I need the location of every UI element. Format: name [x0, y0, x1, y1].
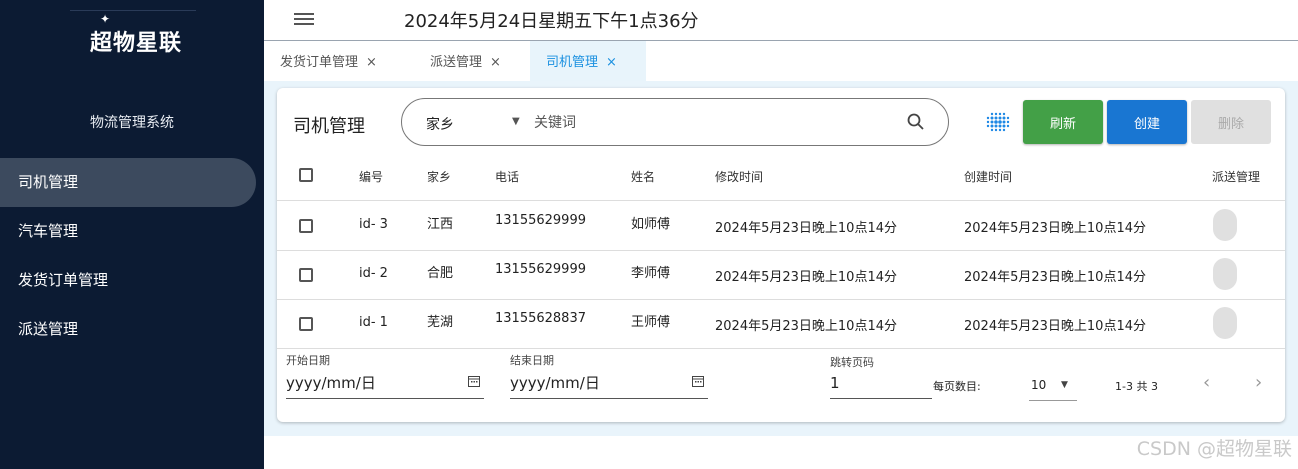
sidebar-item-shipping-orders[interactable]: 发货订单管理 [0, 256, 256, 305]
cell-phone: 13155629999 [495, 262, 586, 277]
table-row[interactable]: id- 1 芜湖 13155628837 王师傅 2024年5月23日晚上10点… [277, 299, 1285, 349]
search-field-select[interactable]: 家乡 [426, 114, 454, 134]
row-checkbox[interactable] [299, 317, 313, 331]
sidebar-item-delivery[interactable]: 派送管理 [0, 305, 256, 354]
cell-name: 王师傅 [631, 315, 671, 330]
cell-name: 李师傅 [631, 266, 671, 281]
per-page-label: 每页数目: [933, 380, 981, 393]
column-header-delivery[interactable]: 派送管理 [1212, 168, 1260, 185]
close-icon[interactable]: × [606, 55, 617, 70]
row-checkbox[interactable] [299, 219, 313, 233]
column-header-phone[interactable]: 电话 [495, 168, 519, 185]
close-icon[interactable]: × [366, 55, 377, 70]
cell-name: 如师傅 [631, 217, 671, 232]
hamburger-menu-icon[interactable] [294, 10, 314, 26]
close-icon[interactable]: × [490, 55, 501, 70]
tab-label: 司机管理 [546, 55, 599, 70]
search-input[interactable] [532, 112, 896, 134]
per-page-select[interactable]: 10 ▼ [1029, 370, 1077, 401]
cell-hometown: 芜湖 [427, 315, 454, 330]
column-header-id[interactable]: 编号 [359, 168, 383, 185]
cell-modified: 2024年5月23日晚上10点14分 [715, 221, 897, 236]
sidebar-nav: 司机管理 汽车管理 发货订单管理 派送管理 [0, 158, 264, 354]
end-date-label: 结束日期 [510, 354, 554, 367]
calendar-icon[interactable] [692, 375, 704, 387]
create-button[interactable]: 创建 [1107, 100, 1187, 144]
delivery-toggle[interactable] [1213, 209, 1237, 241]
start-date-value[interactable]: yyyy/mm/日 [286, 372, 376, 393]
table-header: 编号 家乡 电话 姓名 修改时间 创建时间 派送管理 [277, 152, 1285, 201]
cell-modified: 2024年5月23日晚上10点14分 [715, 270, 897, 285]
sidebar-item-vehicles[interactable]: 汽车管理 [0, 207, 256, 256]
column-header-name[interactable]: 姓名 [631, 168, 655, 185]
column-header-modified[interactable]: 修改时间 [715, 168, 763, 185]
sidebar-item-drivers[interactable]: 司机管理 [0, 158, 256, 207]
chevron-right-icon[interactable]: › [1255, 372, 1262, 393]
cell-hometown: 江西 [427, 217, 454, 232]
search-icon[interactable] [906, 112, 926, 132]
brand-logo: 超物星联 [89, 31, 182, 56]
tab-drivers[interactable]: 司机管理 × [530, 41, 646, 81]
per-page-value: 10 [1031, 378, 1047, 392]
end-date-value[interactable]: yyyy/mm/日 [510, 372, 600, 393]
start-date-field[interactable]: 开始日期 yyyy/mm/日 [286, 350, 484, 399]
watermark: CSDN @超物星联 [1136, 438, 1292, 460]
delivery-toggle[interactable] [1213, 307, 1237, 339]
driver-management-card: 司机管理 家乡 ▼ 刷新 创建 删除 编号 家乡 电话 姓名 修改时间 创建时间… [277, 88, 1285, 422]
table-row[interactable]: id- 2 合肥 13155629999 李师傅 2024年5月23日晚上10点… [277, 250, 1285, 300]
cell-phone: 13155629999 [495, 213, 586, 228]
tab-bar: 发货订单管理 × 派送管理 × 司机管理 × [264, 41, 1298, 81]
top-header: 2024年5月24日星期五下午1点36分 [264, 0, 1298, 41]
cell-id: id- 1 [359, 315, 388, 330]
sparkle-icon: ✦ [100, 12, 111, 26]
tab-label: 发货订单管理 [280, 55, 359, 70]
search-bar: 家乡 ▼ [401, 98, 949, 146]
jump-page-input[interactable]: 1 [830, 374, 840, 392]
cell-id: id- 2 [359, 266, 388, 281]
dot-grid-icon[interactable] [983, 108, 1013, 138]
calendar-icon[interactable] [468, 375, 480, 387]
tab-label: 派送管理 [430, 55, 483, 70]
system-title: 物流管理系统 [90, 115, 174, 131]
sidebar: ✦ 超物星联 物流管理系统 司机管理 汽车管理 发货订单管理 派送管理 [0, 0, 264, 469]
refresh-button[interactable]: 刷新 [1023, 100, 1103, 144]
column-header-created[interactable]: 创建时间 [964, 168, 1012, 185]
cell-created: 2024年5月23日晚上10点14分 [964, 270, 1146, 285]
cell-modified: 2024年5月23日晚上10点14分 [715, 319, 897, 334]
delivery-toggle[interactable] [1213, 258, 1237, 290]
chevron-left-icon[interactable]: ‹ [1203, 372, 1210, 393]
cell-phone: 13155628837 [495, 311, 586, 326]
jump-page-label: 跳转页码 [830, 356, 874, 369]
table-row[interactable]: id- 3 江西 13155629999 如师傅 2024年5月23日晚上10点… [277, 201, 1285, 251]
logo-divider [70, 10, 196, 11]
caret-down-icon: ▼ [1061, 380, 1068, 390]
select-all-checkbox[interactable] [299, 168, 313, 182]
end-date-field[interactable]: 结束日期 yyyy/mm/日 [510, 350, 708, 399]
cell-hometown: 合肥 [427, 266, 454, 281]
column-header-hometown[interactable]: 家乡 [427, 168, 451, 185]
page-title: 司机管理 [293, 116, 365, 137]
start-date-label: 开始日期 [286, 354, 330, 367]
caret-down-icon[interactable]: ▼ [512, 116, 520, 127]
jump-page-field[interactable]: 跳转页码 1 [830, 354, 932, 399]
cell-created: 2024年5月23日晚上10点14分 [964, 221, 1146, 236]
current-datetime: 2024年5月24日星期五下午1点36分 [404, 11, 699, 32]
tab-delivery[interactable]: 派送管理 × [414, 41, 526, 81]
delete-button[interactable]: 删除 [1191, 100, 1271, 144]
cell-id: id- 3 [359, 217, 388, 232]
pagination-range: 1-3 共 3 [1115, 380, 1158, 393]
row-checkbox[interactable] [299, 268, 313, 282]
tab-shipping-orders[interactable]: 发货订单管理 × [264, 41, 400, 81]
cell-created: 2024年5月23日晚上10点14分 [964, 319, 1146, 334]
